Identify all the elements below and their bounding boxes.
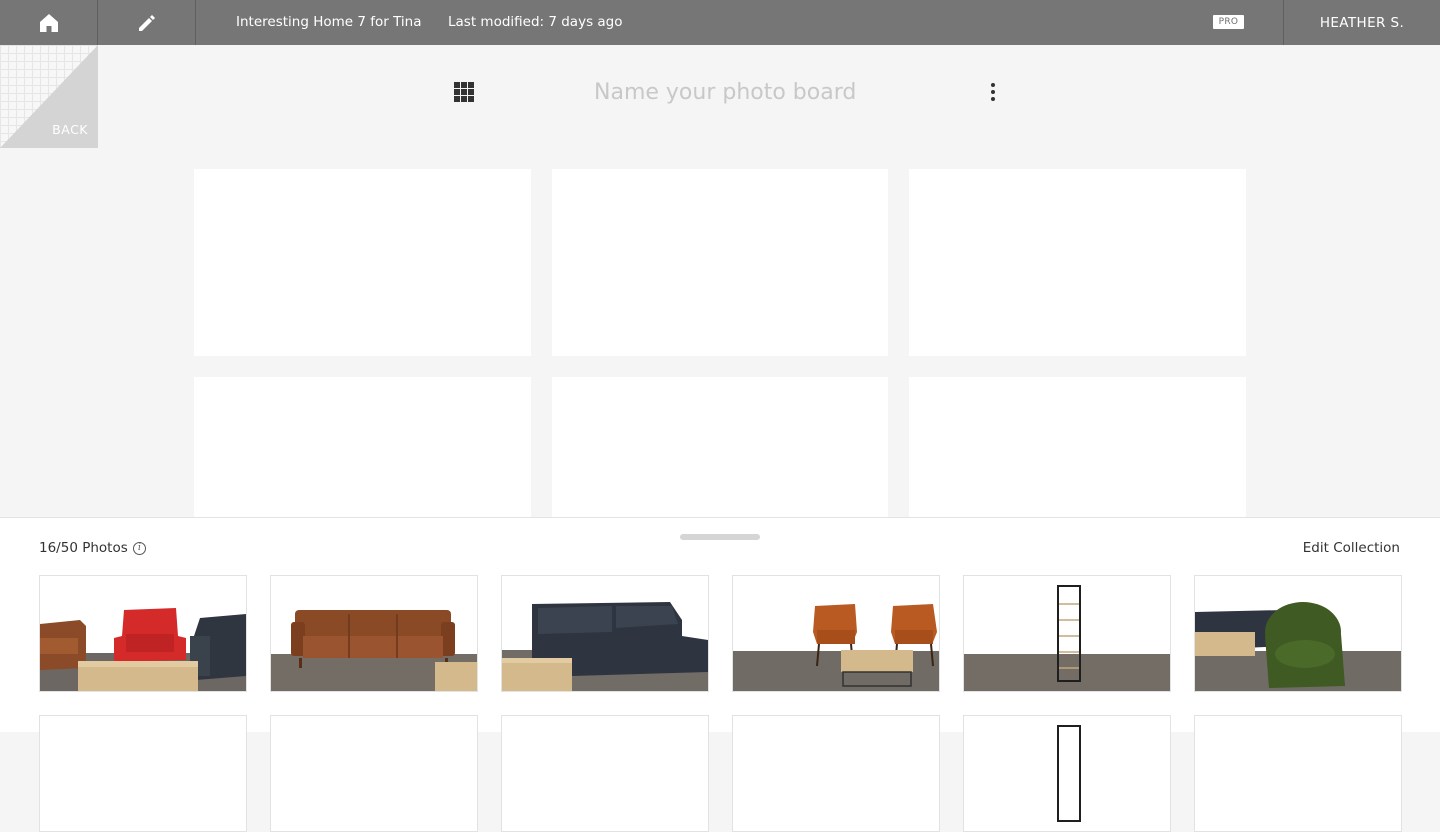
kebab-dot bbox=[991, 90, 995, 94]
board-card[interactable] bbox=[909, 169, 1246, 356]
ladder-shelf-image bbox=[964, 576, 1170, 691]
grid-dot bbox=[468, 89, 474, 95]
photo-thumbnail[interactable] bbox=[270, 715, 478, 832]
pro-badge: PRO bbox=[1213, 15, 1244, 29]
back-label: BACK bbox=[52, 122, 88, 137]
project-title[interactable]: Interesting Home 7 for Tina bbox=[236, 0, 422, 45]
back-button[interactable]: BACK bbox=[0, 45, 98, 148]
leather-sofa-image bbox=[271, 576, 477, 691]
photo-thumbnail[interactable] bbox=[501, 715, 709, 832]
photo-brown-leather-sofa[interactable] bbox=[270, 575, 478, 692]
grid-icon[interactable] bbox=[454, 82, 474, 102]
grid-dot bbox=[454, 82, 460, 88]
kebab-dot bbox=[991, 97, 995, 101]
wingback-chairs-image bbox=[733, 576, 939, 691]
grid-dot bbox=[468, 82, 474, 88]
photo-navy-chaise-sectional[interactable] bbox=[501, 575, 709, 692]
green-chair-image bbox=[1195, 576, 1401, 691]
edit-collection-link[interactable]: Edit Collection bbox=[1303, 540, 1400, 556]
user-menu[interactable]: HEATHER S. bbox=[1283, 0, 1440, 45]
photo-black-ladder-shelf[interactable] bbox=[963, 575, 1171, 692]
navy-chaise-image bbox=[502, 576, 708, 691]
red-armchair-image bbox=[40, 576, 246, 691]
grid-dot bbox=[461, 89, 467, 95]
photo-thumbnail[interactable] bbox=[732, 715, 940, 832]
kebab-menu-icon[interactable] bbox=[986, 82, 1000, 102]
grid-dot bbox=[461, 96, 467, 102]
photo-green-swivel-chair[interactable] bbox=[1194, 575, 1402, 692]
board-card[interactable] bbox=[194, 169, 531, 356]
grid-dot bbox=[454, 96, 460, 102]
photo-thumbnail[interactable] bbox=[963, 715, 1171, 832]
photo-thumbnail[interactable] bbox=[39, 715, 247, 832]
edit-button[interactable] bbox=[98, 0, 196, 45]
last-modified: Last modified: 7 days ago bbox=[448, 14, 623, 30]
kebab-dot bbox=[991, 83, 995, 87]
photo-red-armchair-scene[interactable] bbox=[39, 575, 247, 692]
drag-handle[interactable] bbox=[680, 534, 760, 540]
home-button[interactable] bbox=[0, 0, 98, 45]
grid-dot bbox=[468, 96, 474, 102]
info-icon[interactable]: i bbox=[133, 542, 146, 555]
grid-dot bbox=[454, 89, 460, 95]
photo-orange-wingback-chairs[interactable] bbox=[732, 575, 940, 692]
board-name-input[interactable] bbox=[594, 76, 894, 108]
board-card[interactable] bbox=[552, 169, 888, 356]
pencil-icon bbox=[138, 14, 155, 31]
ladder-shelf-image bbox=[1057, 725, 1081, 822]
home-icon bbox=[39, 13, 58, 32]
photo-collection-panel: 16/50 Photos i Edit Collection bbox=[0, 517, 1440, 832]
photo-count: 16/50 Photos bbox=[39, 540, 128, 556]
photo-thumbnail[interactable] bbox=[1194, 715, 1402, 832]
top-bar: Interesting Home 7 for Tina Last modifie… bbox=[0, 0, 1440, 45]
grid-dot bbox=[461, 82, 467, 88]
